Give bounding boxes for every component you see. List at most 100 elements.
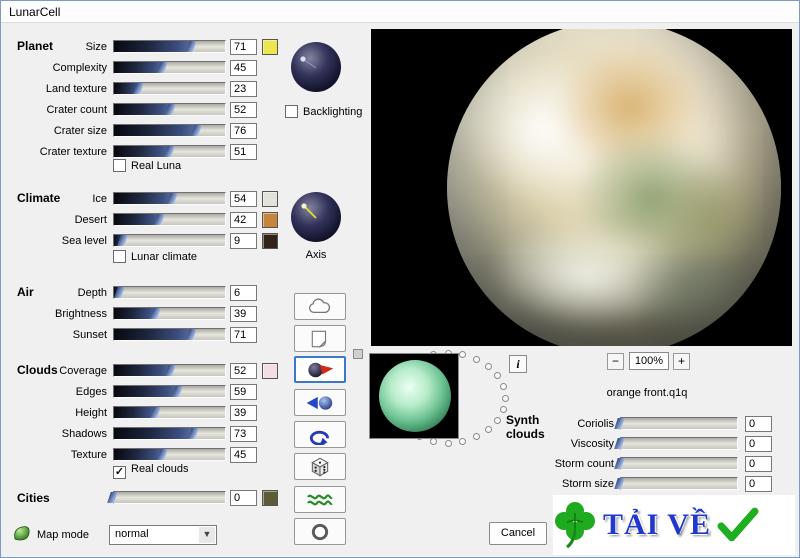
slider-thumb[interactable] (186, 41, 197, 52)
render-planet-button[interactable] (294, 356, 346, 383)
planet-thumbnail[interactable] (369, 353, 459, 439)
slider-thumb[interactable] (157, 62, 168, 73)
cloud-color-swatch[interactable] (262, 363, 278, 379)
frame-dot[interactable] (494, 417, 501, 424)
shadows-value-field[interactable]: 73 (230, 426, 257, 442)
brightness-slider[interactable] (113, 307, 226, 320)
real-clouds-checkbox[interactable]: ✓Real clouds (113, 463, 188, 478)
desert-slider[interactable] (113, 213, 226, 226)
undo-button[interactable] (294, 421, 346, 448)
sunset-value-field[interactable]: 71 (230, 327, 257, 343)
coriolis-value-field[interactable]: 0 (745, 416, 772, 432)
slider-thumb[interactable] (164, 146, 175, 157)
backlighting-checkbox[interactable]: Backlighting (285, 105, 362, 120)
crater-count-value-field[interactable]: 52 (230, 102, 257, 118)
size-value-field[interactable]: 71 (230, 39, 257, 55)
storm-size-slider[interactable] (620, 477, 738, 490)
edges-slider[interactable] (113, 385, 226, 398)
crater-size-value-field[interactable]: 76 (230, 123, 257, 139)
zoom-out-button[interactable]: − (607, 353, 624, 370)
complexity-slider[interactable] (113, 61, 226, 74)
zoom-in-button[interactable]: + (673, 353, 690, 370)
land-texture-value-field[interactable]: 23 (230, 81, 257, 97)
page-curl-button[interactable] (294, 325, 346, 352)
complexity-value-field[interactable]: 45 (230, 60, 257, 76)
cities-slider[interactable] (113, 491, 226, 504)
slider-thumb[interactable] (614, 458, 625, 469)
slider-thumb[interactable] (150, 407, 161, 418)
frame-dot[interactable] (485, 426, 492, 433)
ice-slider[interactable] (113, 192, 226, 205)
crater-texture-slider[interactable] (113, 145, 226, 158)
cloud-button[interactable] (294, 293, 346, 320)
render-blue-button[interactable] (294, 389, 346, 416)
crater-texture-value-field[interactable]: 51 (230, 144, 257, 160)
slider-thumb[interactable] (154, 214, 165, 225)
depth-slider[interactable] (113, 286, 226, 299)
real-luna-checkbox[interactable]: Real Luna (113, 159, 181, 174)
size-color-swatch[interactable] (262, 39, 278, 55)
ice-value-field[interactable]: 54 (230, 191, 257, 207)
slider-thumb[interactable] (186, 329, 197, 340)
slider-thumb[interactable] (117, 235, 128, 246)
slider-thumb[interactable] (114, 287, 125, 298)
storm-size-value-field[interactable]: 0 (745, 476, 772, 492)
cities-value-field[interactable]: 0 (230, 490, 257, 506)
info-button[interactable]: i (509, 355, 527, 373)
chevron-down-icon[interactable]: ▼ (199, 527, 215, 543)
slider-thumb[interactable] (167, 193, 178, 204)
coverage-value-field[interactable]: 52 (230, 363, 257, 379)
sea-level-slider[interactable] (113, 234, 226, 247)
reset-button[interactable] (294, 518, 346, 545)
viscosity-value-field[interactable]: 0 (745, 436, 772, 452)
texture-value-field[interactable]: 45 (230, 447, 257, 463)
shadows-slider[interactable] (113, 427, 226, 440)
slider-thumb[interactable] (157, 449, 168, 460)
size-slider[interactable] (113, 40, 226, 53)
brightness-value-field[interactable]: 39 (230, 306, 257, 322)
slider-thumb[interactable] (107, 492, 118, 503)
land-texture-slider[interactable] (113, 82, 226, 95)
desert-color-swatch[interactable] (262, 212, 278, 228)
edges-value-field[interactable]: 59 (230, 384, 257, 400)
frame-dot[interactable] (485, 363, 492, 370)
frame-dot[interactable] (459, 351, 466, 358)
slider-thumb[interactable] (150, 308, 161, 319)
sea-level-color-swatch[interactable] (262, 233, 278, 249)
slider-thumb[interactable] (133, 83, 144, 94)
waves-button[interactable] (294, 486, 346, 513)
planet-preview[interactable] (371, 29, 792, 346)
crater-count-slider[interactable] (113, 103, 226, 116)
map-mode-select[interactable]: normal ▼ (109, 525, 217, 545)
slider-thumb[interactable] (614, 438, 625, 449)
slider-thumb[interactable] (165, 365, 176, 376)
texture-slider[interactable] (113, 448, 226, 461)
frame-dot[interactable] (500, 383, 507, 390)
slider-thumb[interactable] (614, 418, 625, 429)
frame-dot[interactable] (473, 433, 480, 440)
frame-dot[interactable] (445, 440, 452, 447)
lunar-climate-checkbox[interactable]: Lunar climate (113, 250, 197, 265)
zoom-level[interactable]: 100% (629, 352, 669, 370)
slider-thumb[interactable] (173, 386, 184, 397)
storm-count-slider[interactable] (620, 457, 738, 470)
frame-dot[interactable] (430, 438, 437, 445)
frame-dot[interactable] (459, 438, 466, 445)
sunset-slider[interactable] (113, 328, 226, 341)
slider-thumb[interactable] (192, 125, 203, 136)
crater-size-slider[interactable] (113, 124, 226, 137)
frame-dot[interactable] (494, 372, 501, 379)
cities-color-swatch[interactable] (262, 490, 278, 506)
storm-count-value-field[interactable]: 0 (745, 456, 772, 472)
cancel-button[interactable]: Cancel (489, 522, 547, 545)
slider-thumb[interactable] (165, 104, 176, 115)
axis-sphere[interactable] (290, 191, 342, 246)
frame-dot[interactable] (502, 395, 509, 402)
slider-thumb[interactable] (614, 478, 625, 489)
height-value-field[interactable]: 39 (230, 405, 257, 421)
frame-dot[interactable] (473, 356, 480, 363)
backlight-direction-sphere[interactable] (290, 41, 342, 96)
coverage-slider[interactable] (113, 364, 226, 377)
sea-level-value-field[interactable]: 9 (230, 233, 257, 249)
depth-value-field[interactable]: 6 (230, 285, 257, 301)
